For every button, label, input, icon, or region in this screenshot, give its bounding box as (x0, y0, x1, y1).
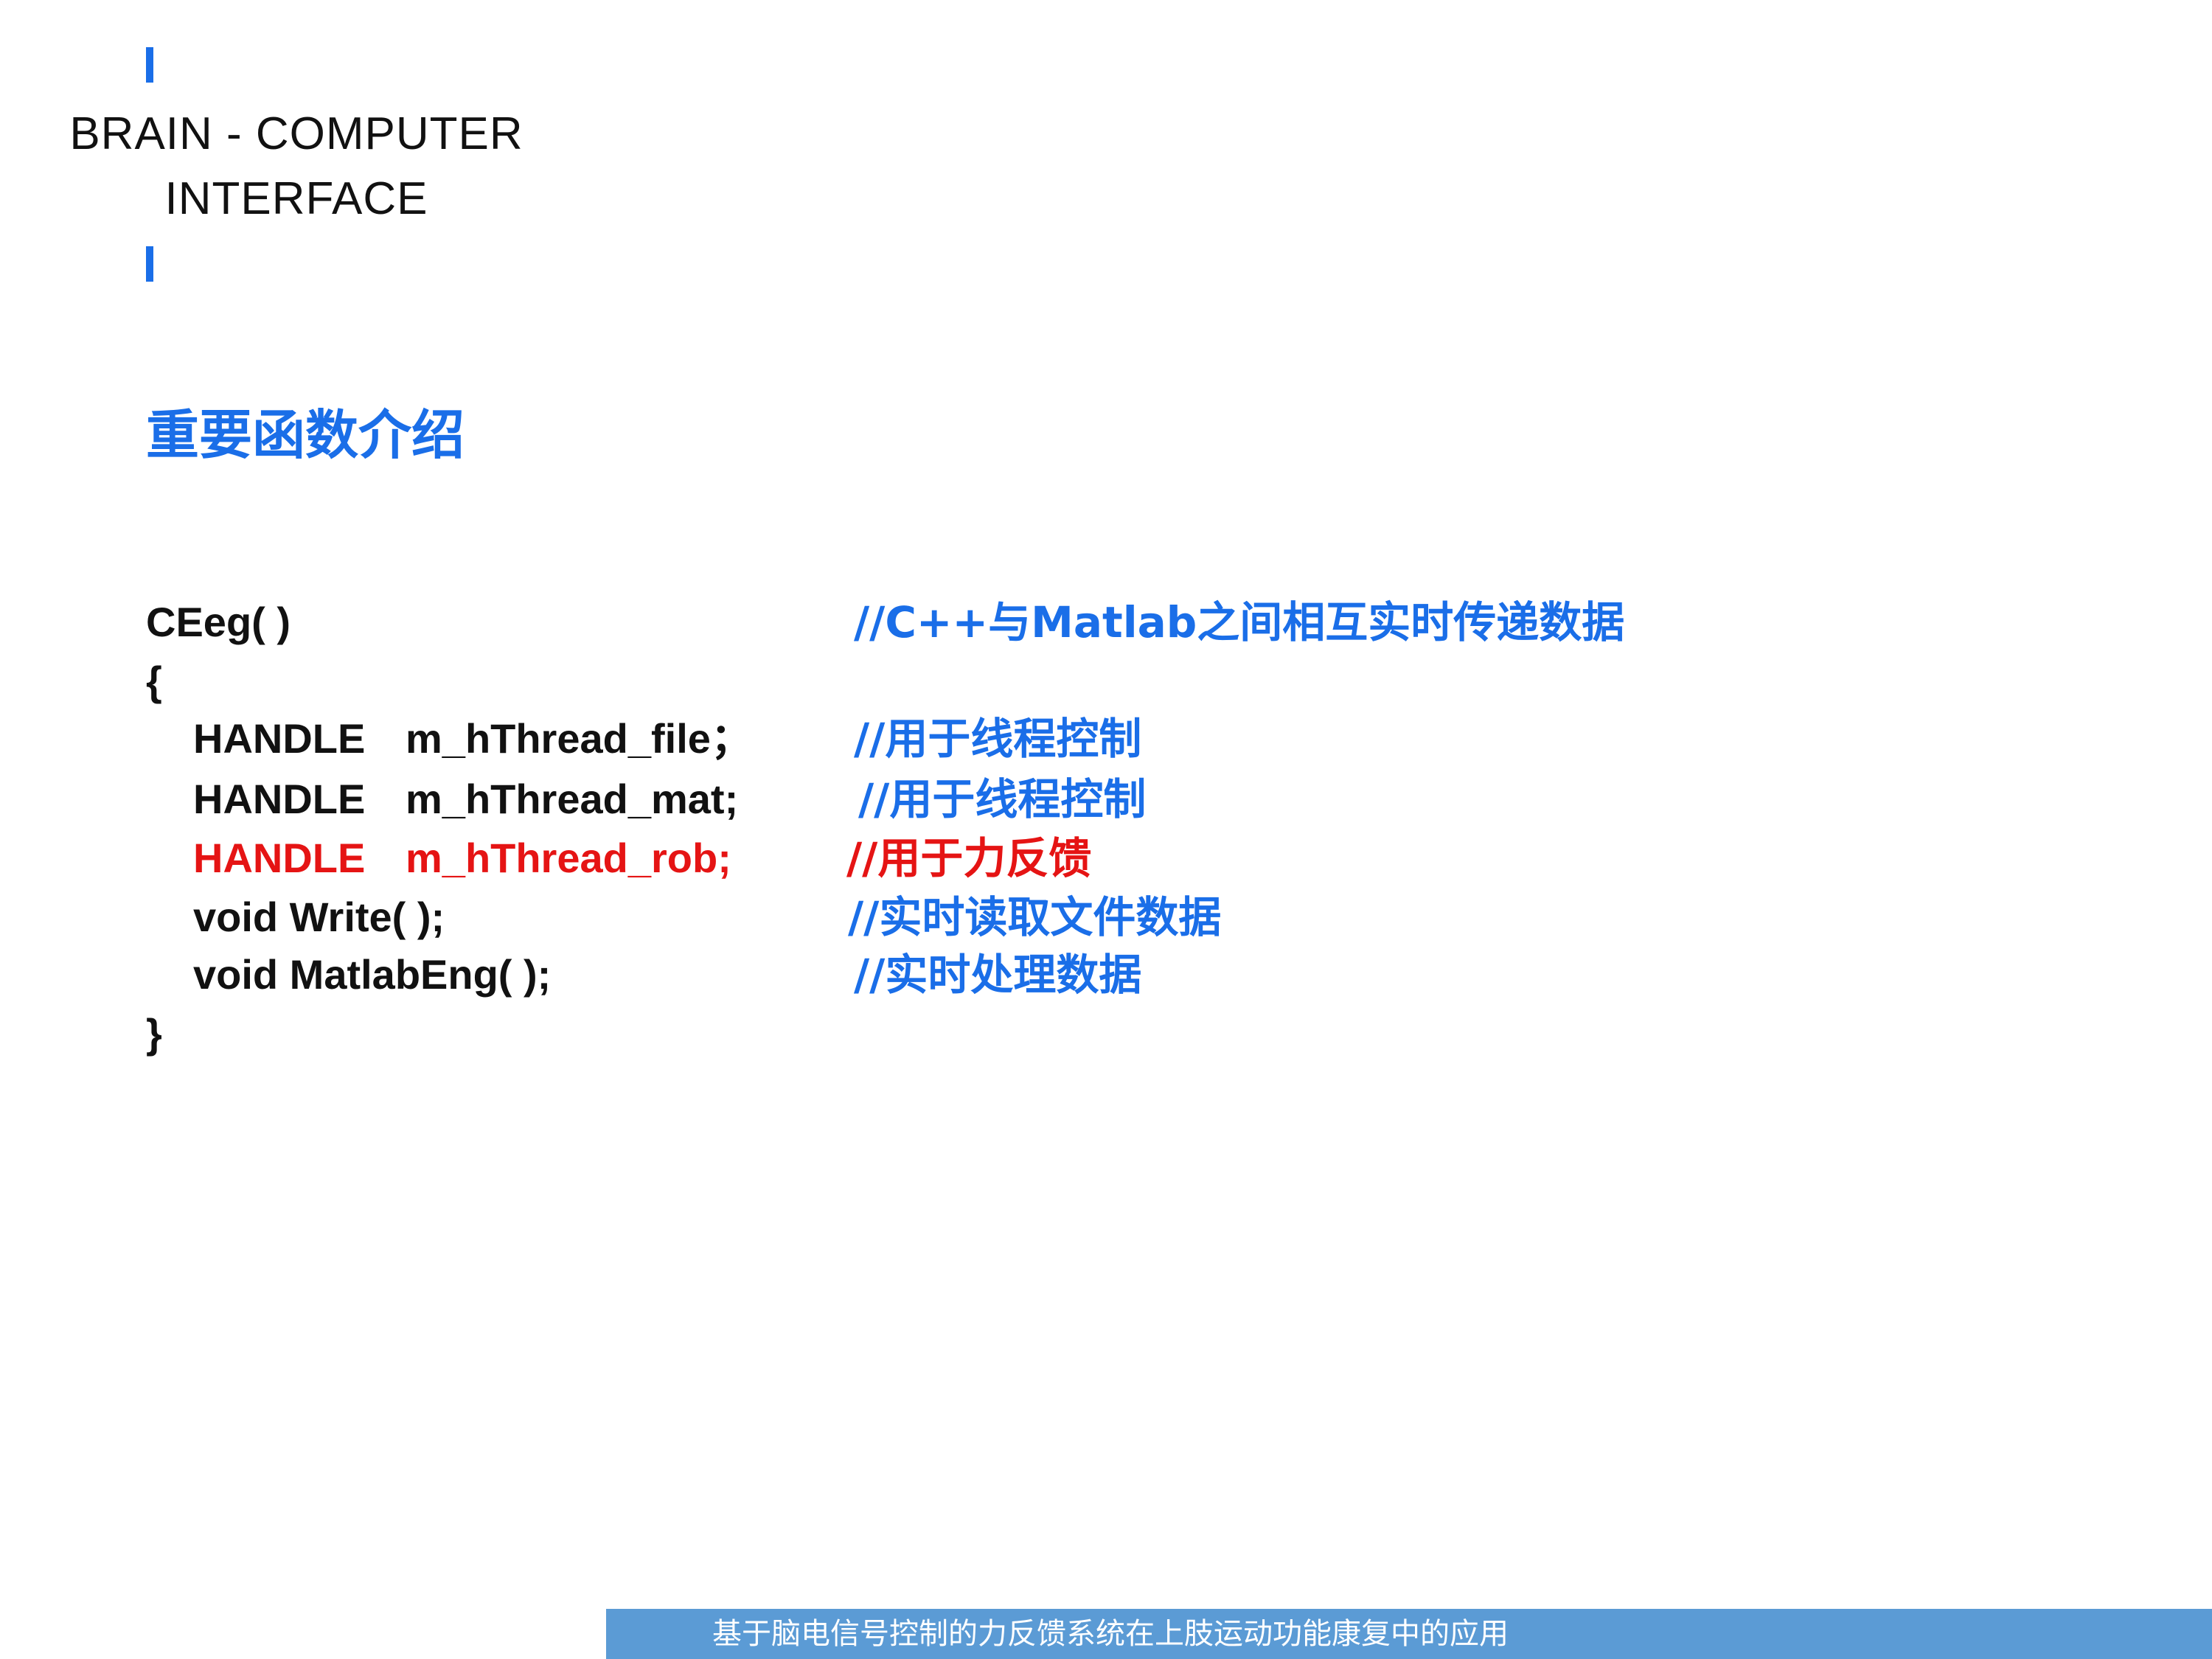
code-member: m_hThread_mat; (406, 776, 739, 822)
section-title: 重要函数介绍 (146, 404, 465, 466)
code-text: CEeg( ) (146, 599, 291, 645)
code-comment: //用于线程控制 (854, 714, 1142, 764)
code-comment: //用于线程控制 (858, 774, 1147, 824)
code-keyword: HANDLE (193, 835, 366, 881)
code-text: } (146, 1010, 162, 1057)
code-member: m_hThread_rob; (406, 835, 731, 881)
code-comment: //实时读取文件数据 (848, 892, 1222, 942)
code-member: m_hThread_file； (406, 715, 752, 762)
footer-caption: 基于脑电信号控制的力反馈系统在上肢运动功能康复中的应用 (712, 1617, 1509, 1651)
accent-bar-bottom (146, 246, 153, 282)
brand-title: BRAIN - COMPUTER INTERFACE (53, 102, 540, 232)
brand-line-1: BRAIN - COMPUTER (69, 108, 524, 159)
code-keyword: HANDLE (193, 715, 366, 762)
accent-bar-top (146, 47, 153, 83)
code-text: void MatlabEng( ); (193, 951, 552, 998)
code-comment: //C++与Matlab之间相互实时传递数据 (854, 597, 1625, 647)
code-comment: //用于力反馈 (846, 833, 1092, 883)
code-text: { (146, 658, 162, 704)
code-keyword: HANDLE (193, 776, 366, 822)
brand-line-2: INTERFACE (164, 173, 428, 224)
code-text: void Write( ); (193, 894, 445, 940)
code-comment: //实时处理数据 (854, 950, 1142, 1000)
